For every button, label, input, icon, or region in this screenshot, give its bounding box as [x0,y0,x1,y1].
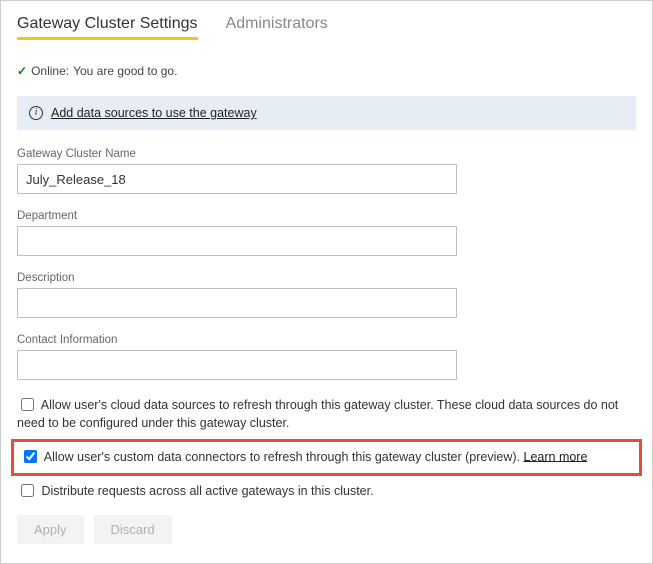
option-custom-connectors-label: Allow user's custom data connectors to r… [44,449,520,463]
department-input[interactable] [17,226,457,256]
discard-button[interactable]: Discard [94,515,172,544]
info-icon: i [29,106,43,120]
tab-bar: Gateway Cluster Settings Administrators [17,13,636,39]
tab-gateway-cluster-settings[interactable]: Gateway Cluster Settings [17,13,198,39]
tab-underline [17,45,636,46]
button-row: Apply Discard [17,515,636,544]
status-message: You are good to go. [73,64,177,78]
add-data-sources-link[interactable]: Add data sources to use the gateway [51,106,257,120]
contact-input[interactable] [17,350,457,380]
status-prefix: Online: [31,64,69,78]
tab-administrators[interactable]: Administrators [226,13,328,39]
apply-button[interactable]: Apply [17,515,84,544]
cluster-name-input[interactable] [17,164,457,194]
description-label: Description [17,272,636,284]
gateway-settings-panel: Gateway Cluster Settings Administrators … [0,0,653,564]
option-cloud-sources-checkbox[interactable] [21,398,34,411]
option-cloud-sources-label: Allow user's cloud data sources to refre… [17,398,618,430]
contact-label: Contact Information [17,334,636,346]
description-input[interactable] [17,288,457,318]
department-label: Department [17,210,636,222]
cluster-name-label: Gateway Cluster Name [17,148,636,160]
highlighted-option: Allow user's custom data connectors to r… [11,439,642,476]
info-banner: i Add data sources to use the gateway [17,96,636,130]
check-icon: ✓ [17,64,27,78]
learn-more-link[interactable]: Learn more [524,449,588,463]
option-distribute-label: Distribute requests across all active ga… [41,483,373,497]
status-row: ✓ Online: You are good to go. [17,64,636,78]
option-custom-connectors-row: Allow user's custom data connectors to r… [20,448,633,467]
option-custom-connectors-checkbox[interactable] [24,450,37,463]
option-distribute-checkbox[interactable] [21,484,34,497]
option-distribute-row: Distribute requests across all active ga… [17,482,636,501]
option-cloud-sources-row: Allow user's cloud data sources to refre… [17,396,636,433]
